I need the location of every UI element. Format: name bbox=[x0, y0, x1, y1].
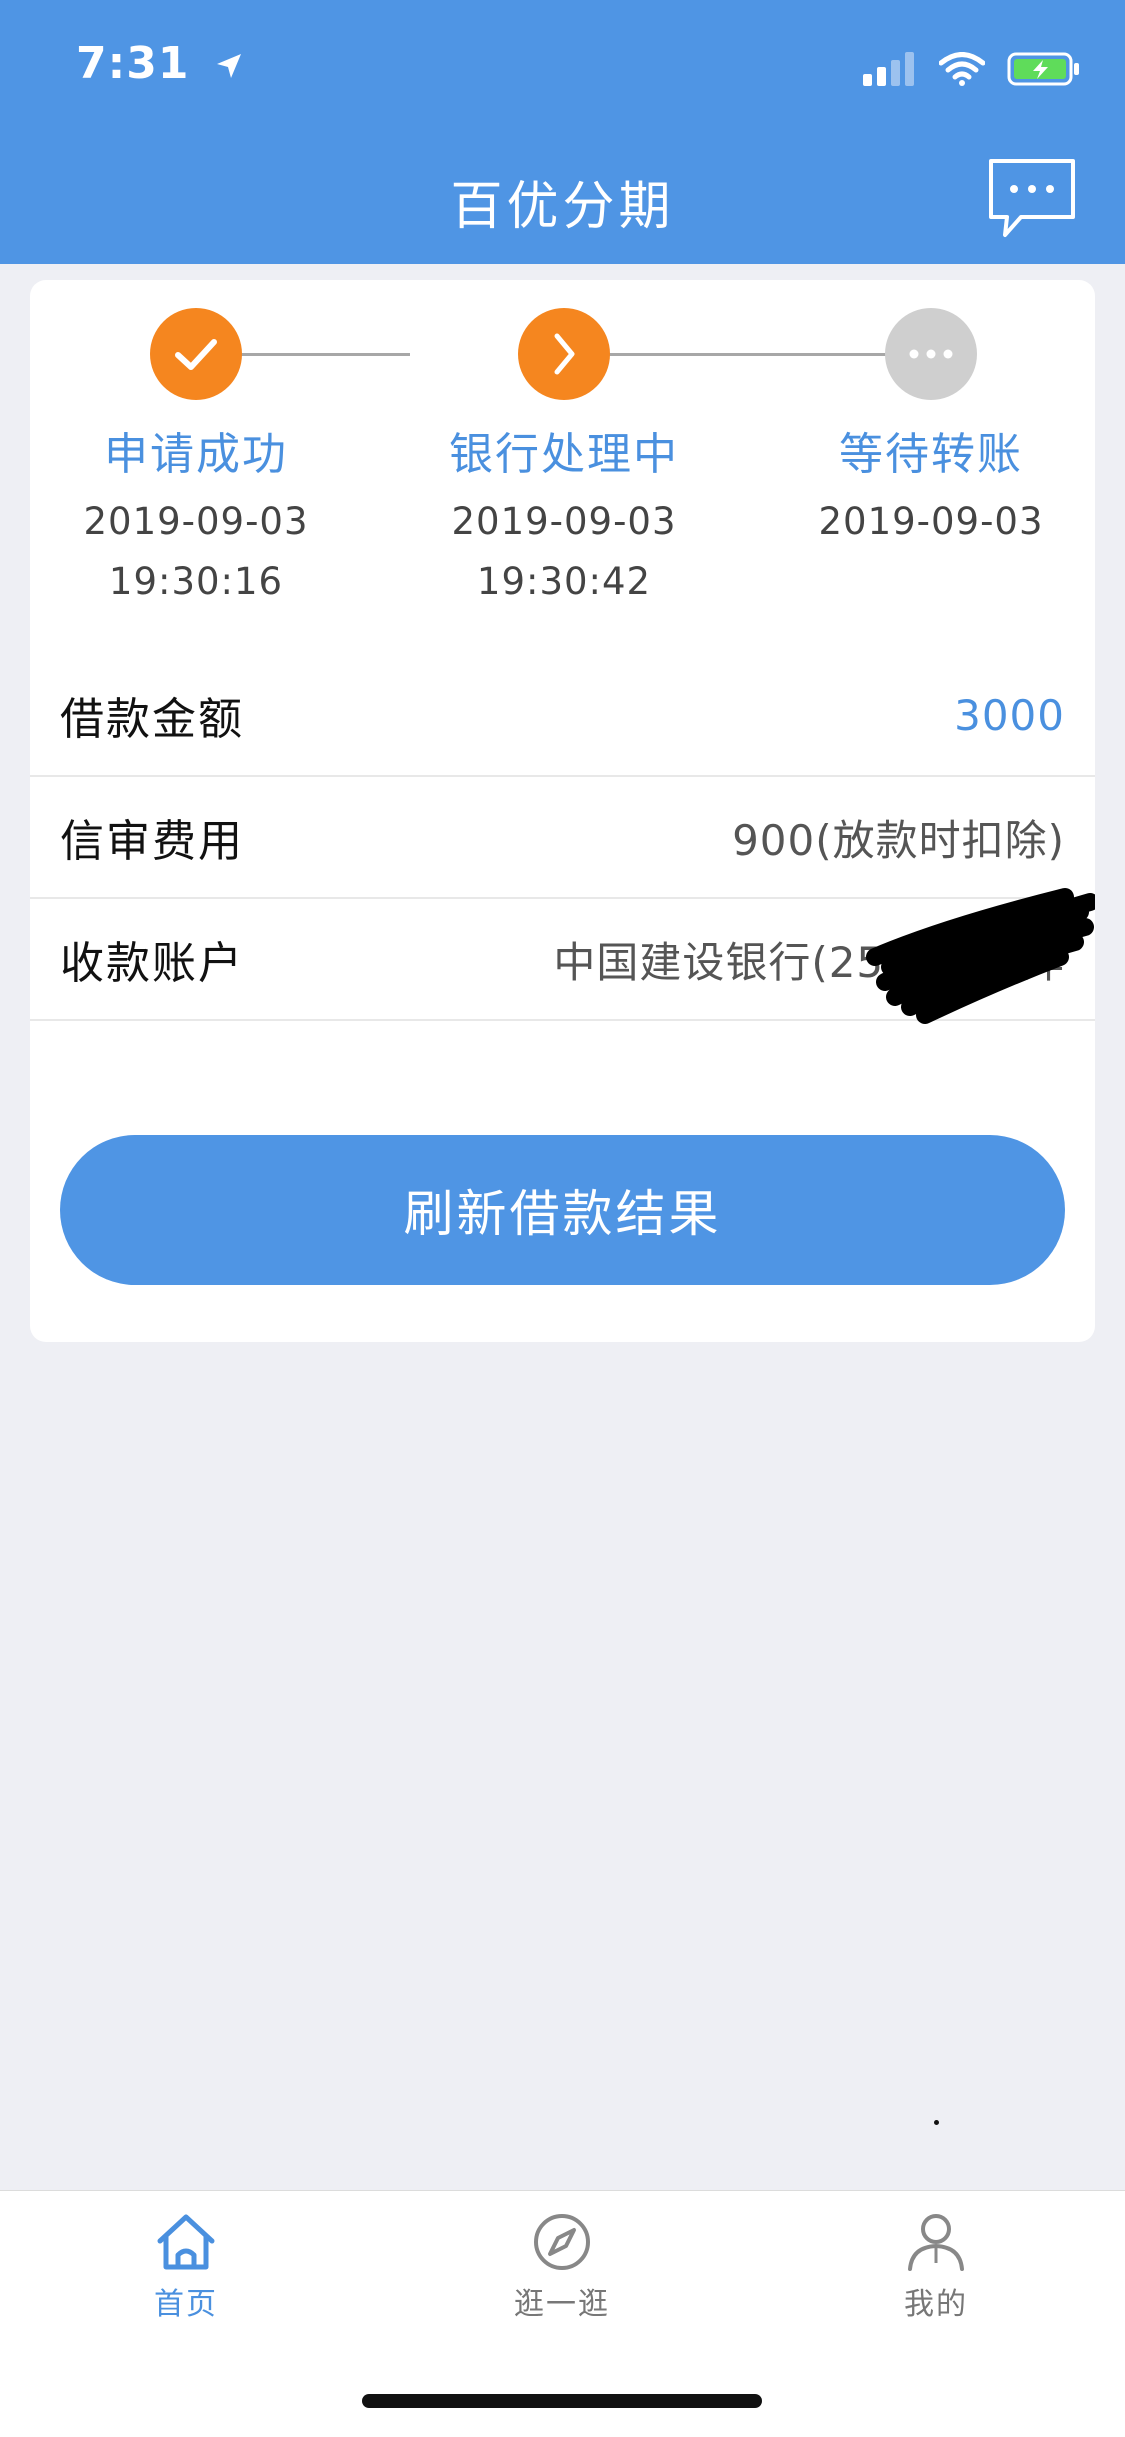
fee-value: 900(放款时扣除) bbox=[732, 815, 1065, 865]
step-timestamp: 2019-09-03 bbox=[781, 492, 1081, 552]
chevron-right-icon bbox=[554, 333, 575, 375]
step-pending-indicator bbox=[885, 308, 977, 400]
tab-label: 首页 bbox=[154, 2287, 218, 2322]
step-timestamp: 2019-09-03 19:30:16 bbox=[46, 492, 346, 612]
stray-dot bbox=[934, 2120, 939, 2125]
step-connector bbox=[220, 353, 410, 356]
message-button[interactable] bbox=[985, 155, 1079, 241]
status-indicators bbox=[863, 52, 1081, 90]
tab-label: 我的 bbox=[904, 2287, 968, 2322]
battery-icon bbox=[1007, 52, 1081, 90]
home-indicator[interactable] bbox=[362, 2394, 762, 2408]
step-label: 申请成功 bbox=[104, 429, 288, 480]
step-label: 等待转账 bbox=[839, 429, 1023, 480]
tab-home[interactable]: 首页 bbox=[86, 2211, 286, 2323]
chat-bubble-icon bbox=[989, 159, 1075, 237]
progress-steps: 申请成功 银行处理中 等待转账 2019-09-03 19:30:16 2019… bbox=[30, 280, 1095, 640]
page-title: 百优分期 bbox=[450, 177, 675, 237]
status-time: 7:31 bbox=[76, 38, 244, 92]
step-connector bbox=[588, 353, 912, 356]
detail-label: 信审费用 bbox=[60, 816, 244, 867]
step-time: 19:30:42 bbox=[476, 560, 652, 603]
compass-icon bbox=[534, 2214, 590, 2270]
tab-explore[interactable]: 逛一逛 bbox=[462, 2211, 662, 2323]
signal-icon bbox=[863, 52, 917, 90]
step-date: 2019-09-03 bbox=[451, 500, 677, 543]
status-time-text: 7:31 bbox=[76, 38, 190, 89]
home-icon bbox=[157, 2214, 215, 2270]
loan-amount-value: 3000 bbox=[954, 690, 1065, 740]
step-current-indicator bbox=[518, 308, 610, 400]
tab-label: 逛一逛 bbox=[514, 2287, 610, 2322]
step-label: 银行处理中 bbox=[449, 429, 679, 480]
account-value: 中国建设银行(2556)*聪萍 bbox=[553, 937, 1065, 987]
detail-row-amount: 借款金额 3000 bbox=[30, 655, 1095, 777]
refresh-loan-result-button[interactable]: 刷新借款结果 bbox=[60, 1135, 1065, 1285]
detail-label: 收款账户 bbox=[60, 938, 244, 989]
detail-label: 借款金额 bbox=[60, 694, 244, 745]
step-date: 2019-09-03 bbox=[83, 500, 309, 543]
user-icon bbox=[908, 2214, 964, 2271]
check-icon bbox=[175, 339, 217, 370]
location-arrow-icon bbox=[214, 41, 244, 92]
step-done-indicator bbox=[150, 308, 242, 400]
step-time: 19:30:16 bbox=[108, 560, 284, 603]
loan-details: 借款金额 3000 信审费用 900(放款时扣除) 收款账户 中国建设银行(25… bbox=[30, 655, 1095, 1024]
loan-status-card: 申请成功 银行处理中 等待转账 2019-09-03 19:30:16 2019… bbox=[30, 280, 1095, 1342]
step-timestamp: 2019-09-03 19:30:42 bbox=[414, 492, 714, 612]
detail-row-fee: 信审费用 900(放款时扣除) bbox=[30, 777, 1095, 899]
app-header: 7:31 百优分期 bbox=[0, 0, 1125, 264]
wifi-icon bbox=[938, 52, 986, 90]
tab-mine[interactable]: 我的 bbox=[836, 2211, 1036, 2323]
detail-row-account: 收款账户 中国建设银行(2556)*聪萍 bbox=[30, 888, 1095, 1024]
ellipsis-icon bbox=[909, 349, 953, 359]
step-date: 2019-09-03 bbox=[818, 500, 1044, 543]
